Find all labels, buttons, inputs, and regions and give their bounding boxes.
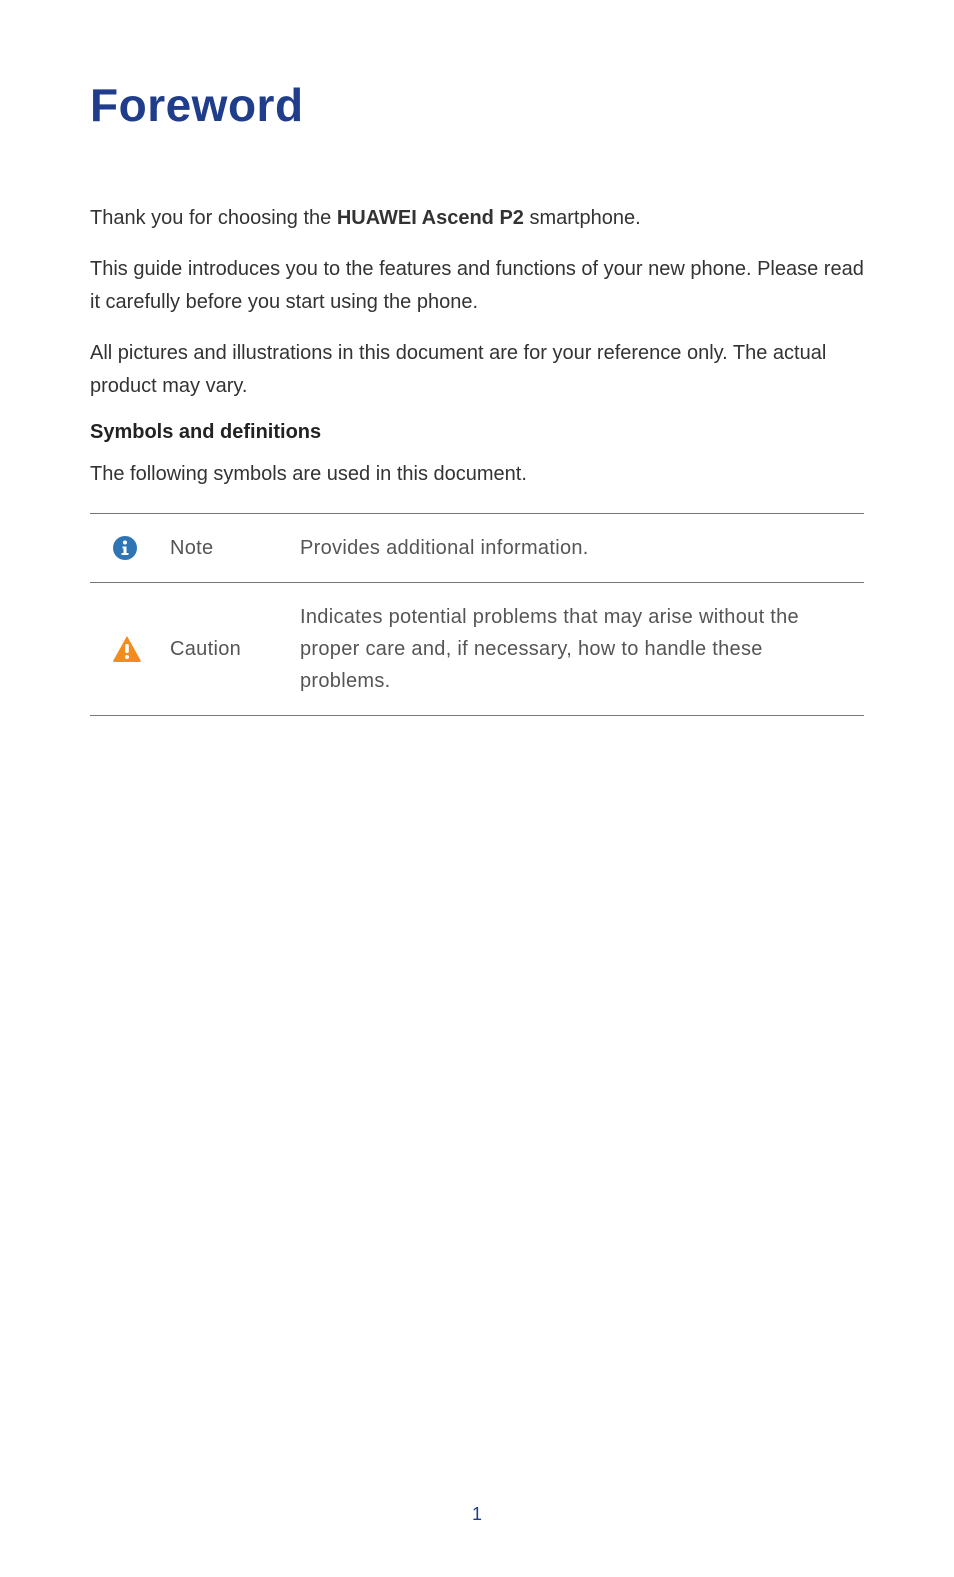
section-subheading: Symbols and definitions	[90, 421, 864, 444]
product-name: HUAWEI Ascend P2	[337, 207, 524, 229]
table-cell-icon	[90, 535, 170, 561]
text-span: Thank you for choosing the	[90, 207, 337, 229]
page-title: Foreword	[90, 78, 864, 132]
document-page: Foreword Thank you for choosing the HUAW…	[0, 0, 954, 1577]
page-number: 1	[0, 1504, 954, 1525]
table-cell-label: Note	[170, 537, 300, 560]
table-cell-description: Provides additional information.	[300, 532, 864, 564]
table-row: Note Provides additional information.	[90, 514, 864, 583]
table-cell-icon	[90, 635, 170, 663]
caution-icon	[112, 635, 142, 663]
table-cell-label: Caution	[170, 638, 300, 661]
table-row: Caution Indicates potential problems tha…	[90, 583, 864, 716]
table-cell-description: Indicates potential problems that may ar…	[300, 601, 864, 697]
intro-paragraph-3: All pictures and illustrations in this d…	[90, 337, 864, 403]
info-icon	[112, 535, 138, 561]
symbols-table: Note Provides additional information. Ca…	[90, 513, 864, 716]
intro-paragraph-1: Thank you for choosing the HUAWEI Ascend…	[90, 202, 864, 235]
text-span: smartphone.	[524, 207, 641, 229]
symbols-intro: The following symbols are used in this d…	[90, 458, 864, 491]
intro-paragraph-2: This guide introduces you to the feature…	[90, 253, 864, 319]
